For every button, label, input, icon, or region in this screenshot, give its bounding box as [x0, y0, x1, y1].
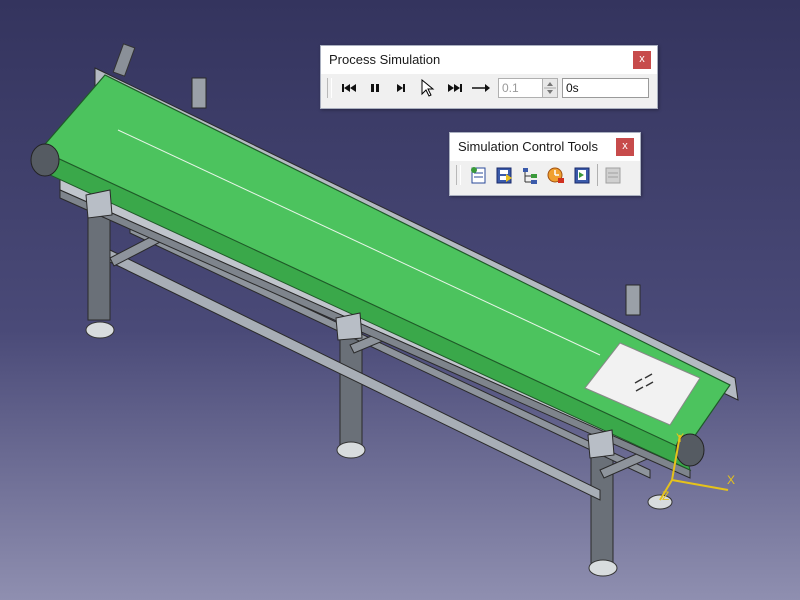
fast-forward-icon [448, 84, 462, 92]
sim-tool-1-button[interactable] [465, 164, 491, 186]
sim-tool-2-button[interactable] [491, 164, 517, 186]
process-simulation-toolbar: Process Simulation x 0.1 0s [320, 45, 658, 109]
rewind-icon [342, 84, 356, 92]
process-simulation-titlebar[interactable]: Process Simulation x [321, 46, 657, 74]
step-arrow-button[interactable] [468, 77, 494, 99]
sim-tool-6-button[interactable] [600, 164, 626, 186]
axis-y-label: Y [676, 431, 684, 445]
film-strip-icon [496, 167, 512, 184]
clock-timer-icon [547, 167, 564, 183]
rear-roller [30, 143, 60, 177]
process-simulation-close-button[interactable]: x [633, 51, 651, 69]
simulation-setup-icon [471, 167, 486, 184]
toolbar-grip[interactable] [456, 165, 461, 185]
toolbar-separator [597, 164, 598, 186]
toolbar-grip[interactable] [327, 78, 332, 98]
step-size-field[interactable]: 0.1 [498, 78, 543, 98]
step-forward-icon [397, 84, 405, 92]
player-film-icon [574, 167, 590, 184]
arrow-right-icon [472, 84, 490, 92]
tree-structure-icon [523, 168, 537, 184]
fast-forward-button[interactable] [442, 77, 468, 99]
pause-button[interactable] [362, 77, 388, 99]
process-simulation-title: Process Simulation [329, 52, 441, 67]
mouse-cursor-icon [421, 79, 435, 97]
step-size-spinner[interactable] [543, 78, 558, 98]
simulation-control-tools-toolbar: Simulation Control Tools x [449, 132, 641, 196]
pause-icon [371, 84, 379, 92]
sim-tool-5-button[interactable] [569, 164, 595, 186]
simulation-control-tools-close-button[interactable]: x [616, 138, 634, 156]
sim-tool-4-button[interactable] [543, 164, 569, 186]
rewind-button[interactable] [336, 77, 362, 99]
axis-x-label: X [727, 473, 735, 487]
spinner-arrows-icon [544, 82, 556, 94]
time-field[interactable]: 0s [562, 78, 649, 98]
simulation-control-tools-title: Simulation Control Tools [458, 139, 598, 154]
axis-z-label: Z [662, 489, 669, 503]
sim-tool-3-button[interactable] [517, 164, 543, 186]
disabled-tool-icon [605, 167, 621, 184]
step-forward-button[interactable] [388, 77, 414, 99]
simulation-control-tools-titlebar[interactable]: Simulation Control Tools x [450, 133, 640, 161]
cursor-area [414, 77, 442, 99]
